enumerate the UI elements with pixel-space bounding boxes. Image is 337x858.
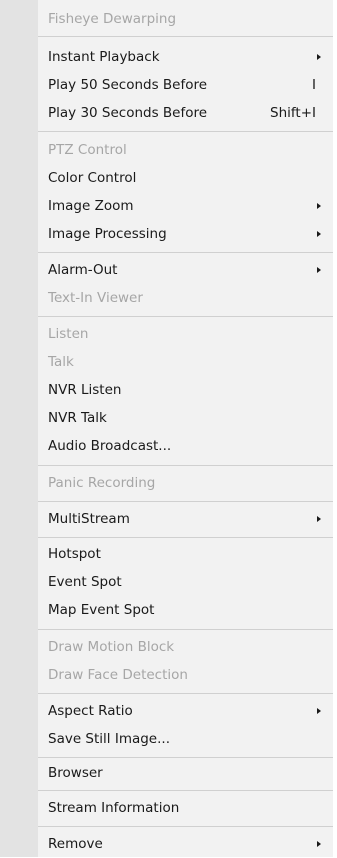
menu-item-label: Aspect Ratio [48, 703, 133, 719]
menu-separator [38, 252, 333, 253]
menu-item-play-30-seconds-before[interactable]: Play 30 Seconds Before Shift+I [38, 99, 333, 127]
menu-item-remove[interactable]: Remove [38, 830, 333, 858]
menu-item-label: NVR Talk [48, 410, 107, 426]
submenu-arrow-icon [317, 203, 321, 209]
menu-item-draw-motion-block: Draw Motion Block [38, 633, 333, 661]
menu-item-shortcut: I [312, 77, 316, 93]
menu-item-ptz-control: PTZ Control [38, 136, 333, 164]
menu-item-label: Talk [48, 354, 74, 370]
menu-item-label: Fisheye Dewarping [48, 11, 177, 27]
menu-item-label: Audio Broadcast... [48, 438, 172, 454]
menu-item-label: NVR Listen [48, 382, 122, 398]
menu-item-label: Event Spot [48, 574, 122, 590]
menu-item-label: Map Event Spot [48, 602, 155, 618]
submenu-arrow-icon [317, 231, 321, 237]
menu-item-stream-information[interactable]: Stream Information [38, 794, 333, 822]
submenu-arrow-icon [317, 516, 321, 522]
menu-item-label: Text-In Viewer [48, 290, 143, 306]
menu-item-label: Stream Information [48, 800, 180, 816]
menu-item-alarm-out[interactable]: Alarm-Out [38, 256, 333, 284]
menu-item-draw-face-detection: Draw Face Detection [38, 661, 333, 689]
menu-separator [38, 757, 333, 758]
context-menu: Fisheye Dewarping Instant Playback Play … [0, 0, 337, 857]
menu-item-play-50-seconds-before[interactable]: Play 50 Seconds Before I [38, 71, 333, 99]
menu-separator [38, 693, 333, 694]
menu-item-hotspot[interactable]: Hotspot [38, 540, 333, 568]
menu-item-event-spot[interactable]: Event Spot [38, 568, 333, 596]
menu-item-label: Play 50 Seconds Before [48, 77, 208, 93]
menu-icon-gutter [0, 0, 38, 857]
menu-item-label: Alarm-Out [48, 262, 118, 278]
menu-item-nvr-talk[interactable]: NVR Talk [38, 404, 333, 432]
menu-item-label: Image Processing [48, 226, 167, 242]
menu-item-listen: Listen [38, 320, 333, 348]
menu-item-aspect-ratio[interactable]: Aspect Ratio [38, 697, 333, 725]
menu-item-image-processing[interactable]: Image Processing [38, 220, 333, 248]
menu-separator [38, 537, 333, 538]
menu-separator [38, 131, 333, 132]
menu-separator [38, 629, 333, 630]
menu-item-label: Draw Face Detection [48, 667, 188, 683]
menu-item-image-zoom[interactable]: Image Zoom [38, 192, 333, 220]
menu-item-talk: Talk [38, 348, 333, 376]
menu-item-shortcut: Shift+I [270, 105, 316, 121]
menu-separator [38, 36, 333, 37]
menu-item-audio-broadcast[interactable]: Audio Broadcast... [38, 432, 333, 460]
menu-item-save-still-image[interactable]: Save Still Image... [38, 725, 333, 753]
menu-item-panic-recording: Panic Recording [38, 469, 333, 497]
menu-separator [38, 465, 333, 466]
menu-item-label: Image Zoom [48, 198, 134, 214]
menu-item-label: Hotspot [48, 546, 101, 562]
submenu-arrow-icon [317, 841, 321, 847]
menu-item-label: Color Control [48, 170, 137, 186]
menu-item-map-event-spot[interactable]: Map Event Spot [38, 596, 333, 624]
menu-separator [38, 790, 333, 791]
menu-item-label: Play 30 Seconds Before [48, 105, 208, 121]
menu-item-text-in-viewer: Text-In Viewer [38, 284, 333, 312]
menu-item-nvr-listen[interactable]: NVR Listen [38, 376, 333, 404]
menu-item-label: Draw Motion Block [48, 639, 175, 655]
menu-item-label: Browser [48, 765, 103, 781]
submenu-arrow-icon [317, 267, 321, 273]
submenu-arrow-icon [317, 708, 321, 714]
menu-separator [38, 826, 333, 827]
menu-item-multistream[interactable]: MultiStream [38, 505, 333, 533]
menu-item-label: Remove [48, 836, 103, 852]
submenu-arrow-icon [317, 54, 321, 60]
menu-item-label: Save Still Image... [48, 731, 170, 747]
menu-separator [38, 501, 333, 502]
menu-item-label: Instant Playback [48, 49, 160, 65]
menu-separator [38, 316, 333, 317]
menu-item-instant-playback[interactable]: Instant Playback [38, 43, 333, 71]
menu-edge [333, 0, 337, 857]
menu-item-label: Panic Recording [48, 475, 156, 491]
menu-item-color-control[interactable]: Color Control [38, 164, 333, 192]
menu-item-label: Listen [48, 326, 89, 342]
menu-item-browser[interactable]: Browser [38, 759, 333, 787]
menu-item-label: MultiStream [48, 511, 130, 527]
menu-item-label: PTZ Control [48, 142, 127, 158]
menu-item-fisheye-dewarping: Fisheye Dewarping [38, 5, 333, 33]
